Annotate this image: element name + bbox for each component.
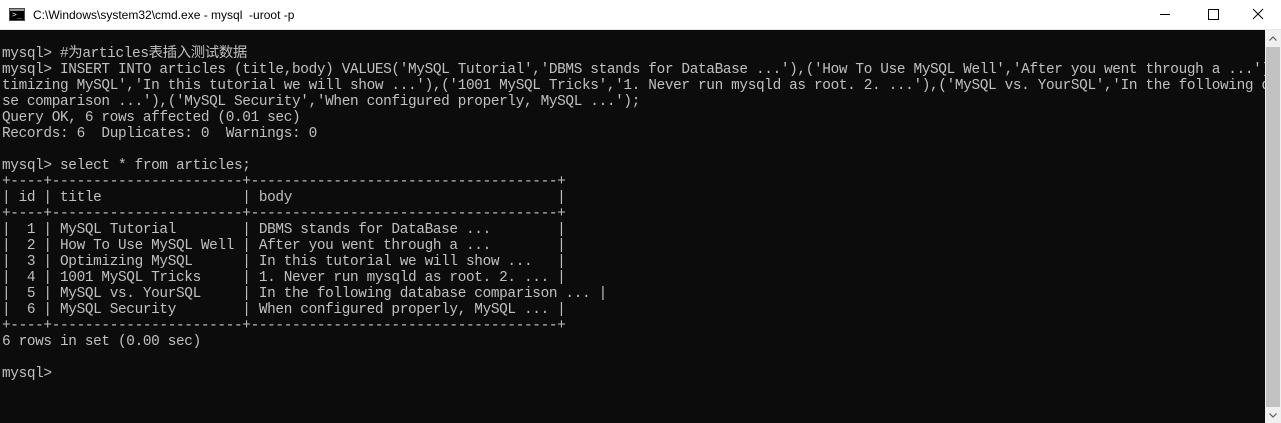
console-line: Records: 6 Duplicates: 0 Warnings: 0	[2, 126, 317, 142]
console-line: mysql> INSERT INTO articles (title,body)…	[2, 62, 1265, 78]
vertical-scrollbar[interactable]	[1265, 30, 1281, 423]
table-row: | 2 | How To Use MySQL Well | After you …	[2, 238, 566, 254]
console-line: se comparison ...'),('MySQL Security','W…	[2, 94, 641, 110]
window-title: C:\Windows\system32\cmd.exe - mysql -uro…	[33, 8, 295, 22]
console-prompt-line[interactable]: mysql>	[2, 366, 60, 382]
title-bar[interactable]: >_ C:\Windows\system32\cmd.exe - mysql -…	[0, 0, 1281, 30]
close-icon	[1252, 8, 1264, 20]
cmd-icon[interactable]: >_	[9, 8, 25, 21]
console-line: 6 rows in set (0.00 sec)	[2, 334, 201, 350]
minimize-button[interactable]	[1142, 0, 1188, 29]
console-line: mysql> select * from articles;	[2, 158, 251, 174]
cmd-prompt-glyph: >_	[12, 10, 22, 19]
table-row: | 5 | MySQL vs. YourSQL | In the followi…	[2, 286, 607, 302]
close-button[interactable]	[1235, 0, 1281, 29]
scroll-down-arrow-icon	[1269, 413, 1277, 418]
table-border-line: +----+-----------------------+----------…	[2, 318, 566, 334]
scroll-thumb[interactable]	[1266, 47, 1280, 407]
table-border-line: +----+-----------------------+----------…	[2, 206, 566, 222]
table-row: | 6 | MySQL Security | When configured p…	[2, 302, 566, 318]
console-line: mysql> #为articles表插入测试数据	[2, 46, 247, 62]
scroll-up-arrow-icon	[1269, 36, 1277, 41]
scroll-down-button[interactable]	[1265, 407, 1281, 423]
table-row: | 3 | Optimizing MySQL | In this tutoria…	[2, 254, 566, 270]
cmd-window: >_ C:\Windows\system32\cmd.exe - mysql -…	[0, 0, 1281, 423]
minimize-icon	[1160, 14, 1170, 15]
scroll-up-button[interactable]	[1265, 30, 1281, 47]
console-output[interactable]: mysql> #为articles表插入测试数据 mysql> INSERT I…	[0, 30, 1265, 423]
table-row: | 4 | 1001 MySQL Tricks | 1. Never run m…	[2, 270, 566, 286]
console-line: Query OK, 6 rows affected (0.01 sec)	[2, 110, 301, 126]
maximize-button[interactable]	[1188, 0, 1234, 29]
table-border-line: +----+-----------------------+----------…	[2, 174, 566, 190]
console-line: timizing MySQL','In this tutorial we wil…	[2, 78, 1265, 94]
table-header-row: | id | title | body |	[2, 190, 566, 206]
table-row: | 1 | MySQL Tutorial | DBMS stands for D…	[2, 222, 566, 238]
maximize-icon	[1208, 9, 1219, 20]
